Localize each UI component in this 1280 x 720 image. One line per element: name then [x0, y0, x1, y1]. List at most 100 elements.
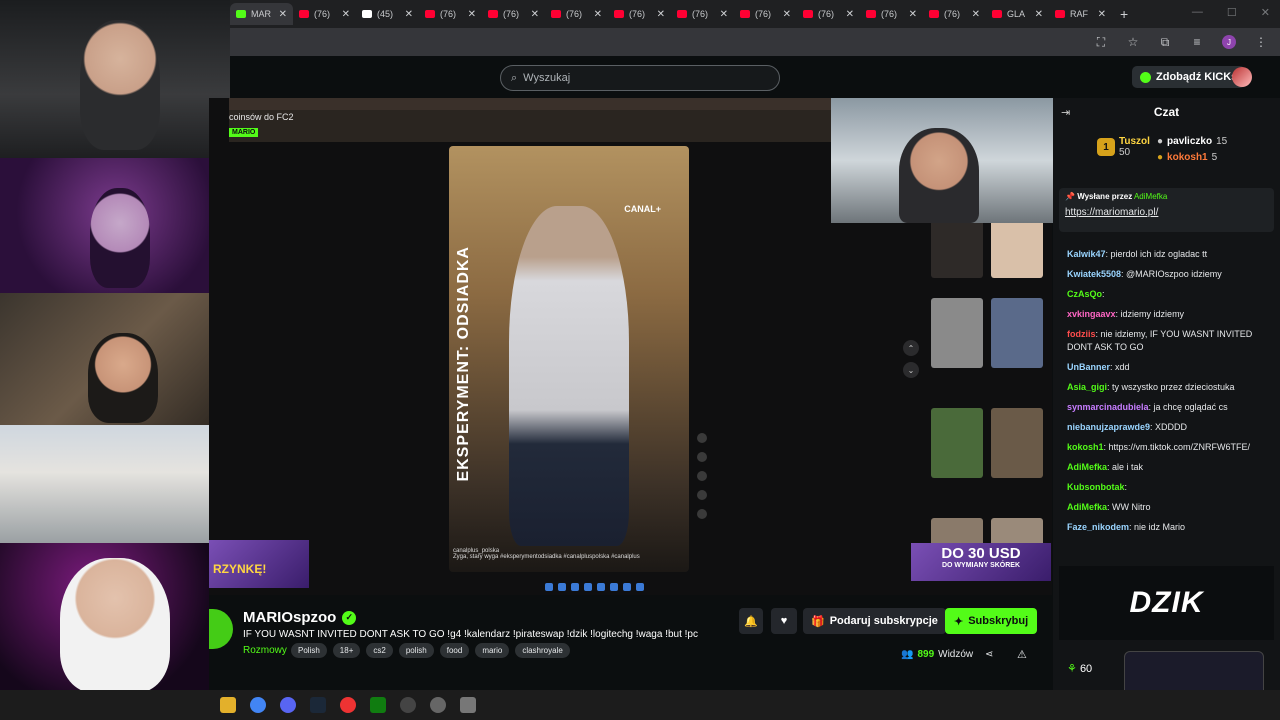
- tab-close-icon[interactable]: ✕: [783, 9, 791, 20]
- chat-username[interactable]: UnBanner: [1067, 362, 1110, 372]
- comment-icon[interactable]: [697, 471, 707, 481]
- new-tab-button[interactable]: +: [1120, 6, 1128, 22]
- browser-tab[interactable]: MAR ✕: [230, 3, 293, 25]
- tab-close-icon[interactable]: ✕: [594, 9, 602, 20]
- ea-icon[interactable]: [340, 697, 356, 713]
- tab-title: (76): [818, 9, 835, 19]
- thumbnail[interactable]: [931, 298, 983, 368]
- chat-username[interactable]: AdiMefka: [1067, 502, 1107, 512]
- bookmark-star-icon[interactable]: ☆: [1126, 35, 1140, 49]
- browser-tab[interactable]: (76) ✕: [797, 3, 860, 25]
- chat-username[interactable]: Kalwik47: [1067, 249, 1106, 259]
- browser-tab[interactable]: (76) ✕: [734, 3, 797, 25]
- minimize-icon[interactable]: —: [1192, 6, 1203, 19]
- profile-avatar[interactable]: J: [1222, 35, 1236, 49]
- stream-tag[interactable]: 18+: [332, 643, 361, 658]
- browser-tab[interactable]: RAF ✕: [1049, 3, 1112, 25]
- tab-close-icon[interactable]: ✕: [657, 9, 665, 20]
- media-control-icon[interactable]: ≡: [1190, 35, 1204, 49]
- chat-username[interactable]: Kwiatek5508: [1067, 269, 1121, 279]
- avatar-icon[interactable]: [697, 433, 707, 443]
- chat-username[interactable]: niebanujzaprawde9: [1067, 422, 1150, 432]
- tab-close-icon[interactable]: ✕: [1035, 9, 1043, 20]
- chrome-icon[interactable]: [250, 697, 266, 713]
- stream-tag[interactable]: Polish: [291, 643, 327, 658]
- thumbnail[interactable]: [931, 408, 983, 478]
- menu-kebab-icon[interactable]: ⋮: [1254, 35, 1268, 49]
- tab-close-icon[interactable]: ✕: [405, 9, 413, 20]
- search-input[interactable]: ⌕ Wyszukaj: [500, 65, 780, 91]
- stream-category[interactable]: Rozmowy: [243, 645, 287, 656]
- stream-tag[interactable]: cs2: [366, 643, 393, 658]
- tab-close-icon[interactable]: ✕: [1098, 9, 1106, 20]
- xbox-icon[interactable]: [370, 697, 386, 713]
- maximize-icon[interactable]: ☐: [1227, 6, 1237, 19]
- browser-tab[interactable]: (76) ✕: [293, 3, 356, 25]
- stream-tag[interactable]: clashroyale: [515, 643, 570, 658]
- extensions-icon[interactable]: ⧉: [1158, 35, 1172, 49]
- follow-button[interactable]: ♥: [771, 608, 797, 634]
- share-button[interactable]: ⋖: [985, 649, 993, 660]
- notification-bell-button[interactable]: 🔔: [739, 608, 763, 634]
- browser-tab[interactable]: (76) ✕: [860, 3, 923, 25]
- pinned-link[interactable]: https://mariomario.pl/: [1065, 207, 1268, 218]
- chat-text: : idziemy idziemy: [1115, 309, 1185, 319]
- user-avatar[interactable]: [1232, 67, 1252, 87]
- tab-close-icon[interactable]: ✕: [342, 9, 350, 20]
- stream-tag[interactable]: polish: [398, 643, 434, 658]
- tab-close-icon[interactable]: ✕: [468, 9, 476, 20]
- browser-tab[interactable]: (76) ✕: [923, 3, 986, 25]
- discord-icon[interactable]: [280, 697, 296, 713]
- steam-icon[interactable]: [310, 697, 326, 713]
- pinned-message[interactable]: 📌 Wysłane przez AdiMefka https://marioma…: [1059, 188, 1274, 232]
- channel-name[interactable]: MARIOspzoo ✓: [243, 609, 357, 626]
- next-video-button[interactable]: ⌄: [903, 362, 919, 378]
- tab-close-icon[interactable]: ✕: [720, 9, 728, 20]
- get-kicks-button[interactable]: Zdobądź KICKs: [1132, 66, 1246, 88]
- close-window-icon[interactable]: ✕: [1261, 6, 1270, 19]
- tab-close-icon[interactable]: ✕: [909, 9, 917, 20]
- bookmark-icon[interactable]: [697, 490, 707, 500]
- obs-icon[interactable]: [400, 697, 416, 713]
- app-icon[interactable]: [460, 697, 476, 713]
- tab-close-icon[interactable]: ✕: [972, 9, 980, 20]
- chat-username[interactable]: Asia_gigi: [1067, 382, 1107, 392]
- chat-username[interactable]: synmarcinadubiela: [1067, 402, 1149, 412]
- inner-mario-tag: MARIO: [229, 128, 259, 137]
- channel-points[interactable]: ⚘ 60: [1067, 662, 1092, 675]
- browser-tab[interactable]: (76) ✕: [545, 3, 608, 25]
- kicks-coin-icon: [1140, 71, 1151, 83]
- share-icon[interactable]: [697, 509, 707, 519]
- tab-close-icon[interactable]: ✕: [846, 9, 854, 20]
- translate-icon[interactable]: ⛶: [1094, 35, 1108, 49]
- chat-username[interactable]: fodziis: [1067, 329, 1096, 339]
- chat-username[interactable]: CzAsQo: [1067, 289, 1102, 299]
- channel-avatar[interactable]: [209, 609, 233, 649]
- like-icon[interactable]: [697, 452, 707, 462]
- previous-video-button[interactable]: ⌃: [903, 340, 919, 356]
- tiktok-video[interactable]: EKSPERYMENT: ODSIADKA CANAL+: [449, 146, 689, 572]
- browser-tab[interactable]: GLA ✕: [986, 3, 1049, 25]
- stream-tag[interactable]: mario: [475, 643, 510, 658]
- stream-tag[interactable]: food: [439, 643, 470, 658]
- chat-username[interactable]: Kubsonbotak: [1067, 482, 1125, 492]
- browser-tab[interactable]: (45) ✕: [356, 3, 419, 25]
- chat-username[interactable]: xvkingaavx: [1067, 309, 1116, 319]
- browser-tab[interactable]: (76) ✕: [608, 3, 671, 25]
- tab-close-icon[interactable]: ✕: [531, 9, 539, 20]
- file-explorer-icon[interactable]: [220, 697, 236, 713]
- thumbnail[interactable]: [991, 408, 1043, 478]
- chat-username[interactable]: kokosh1: [1067, 442, 1104, 452]
- report-button[interactable]: ⚠: [1017, 648, 1027, 661]
- browser-tab[interactable]: (76) ✕: [419, 3, 482, 25]
- gift-subscription-button[interactable]: 🎁 Podaruj subskrypcje: [803, 608, 946, 634]
- chat-username[interactable]: AdiMefka: [1067, 462, 1107, 472]
- settings-gear-icon[interactable]: [430, 697, 446, 713]
- thumbnail[interactable]: [991, 298, 1043, 368]
- subscribe-label: Subskrybuj: [968, 615, 1029, 627]
- browser-tab[interactable]: (76) ✕: [482, 3, 545, 25]
- browser-tab[interactable]: (76) ✕: [671, 3, 734, 25]
- subscribe-button[interactable]: ✦ Subskrybuj: [945, 608, 1038, 634]
- chat-username[interactable]: Faze_nikodem: [1067, 522, 1129, 532]
- tab-close-icon[interactable]: ✕: [279, 9, 287, 20]
